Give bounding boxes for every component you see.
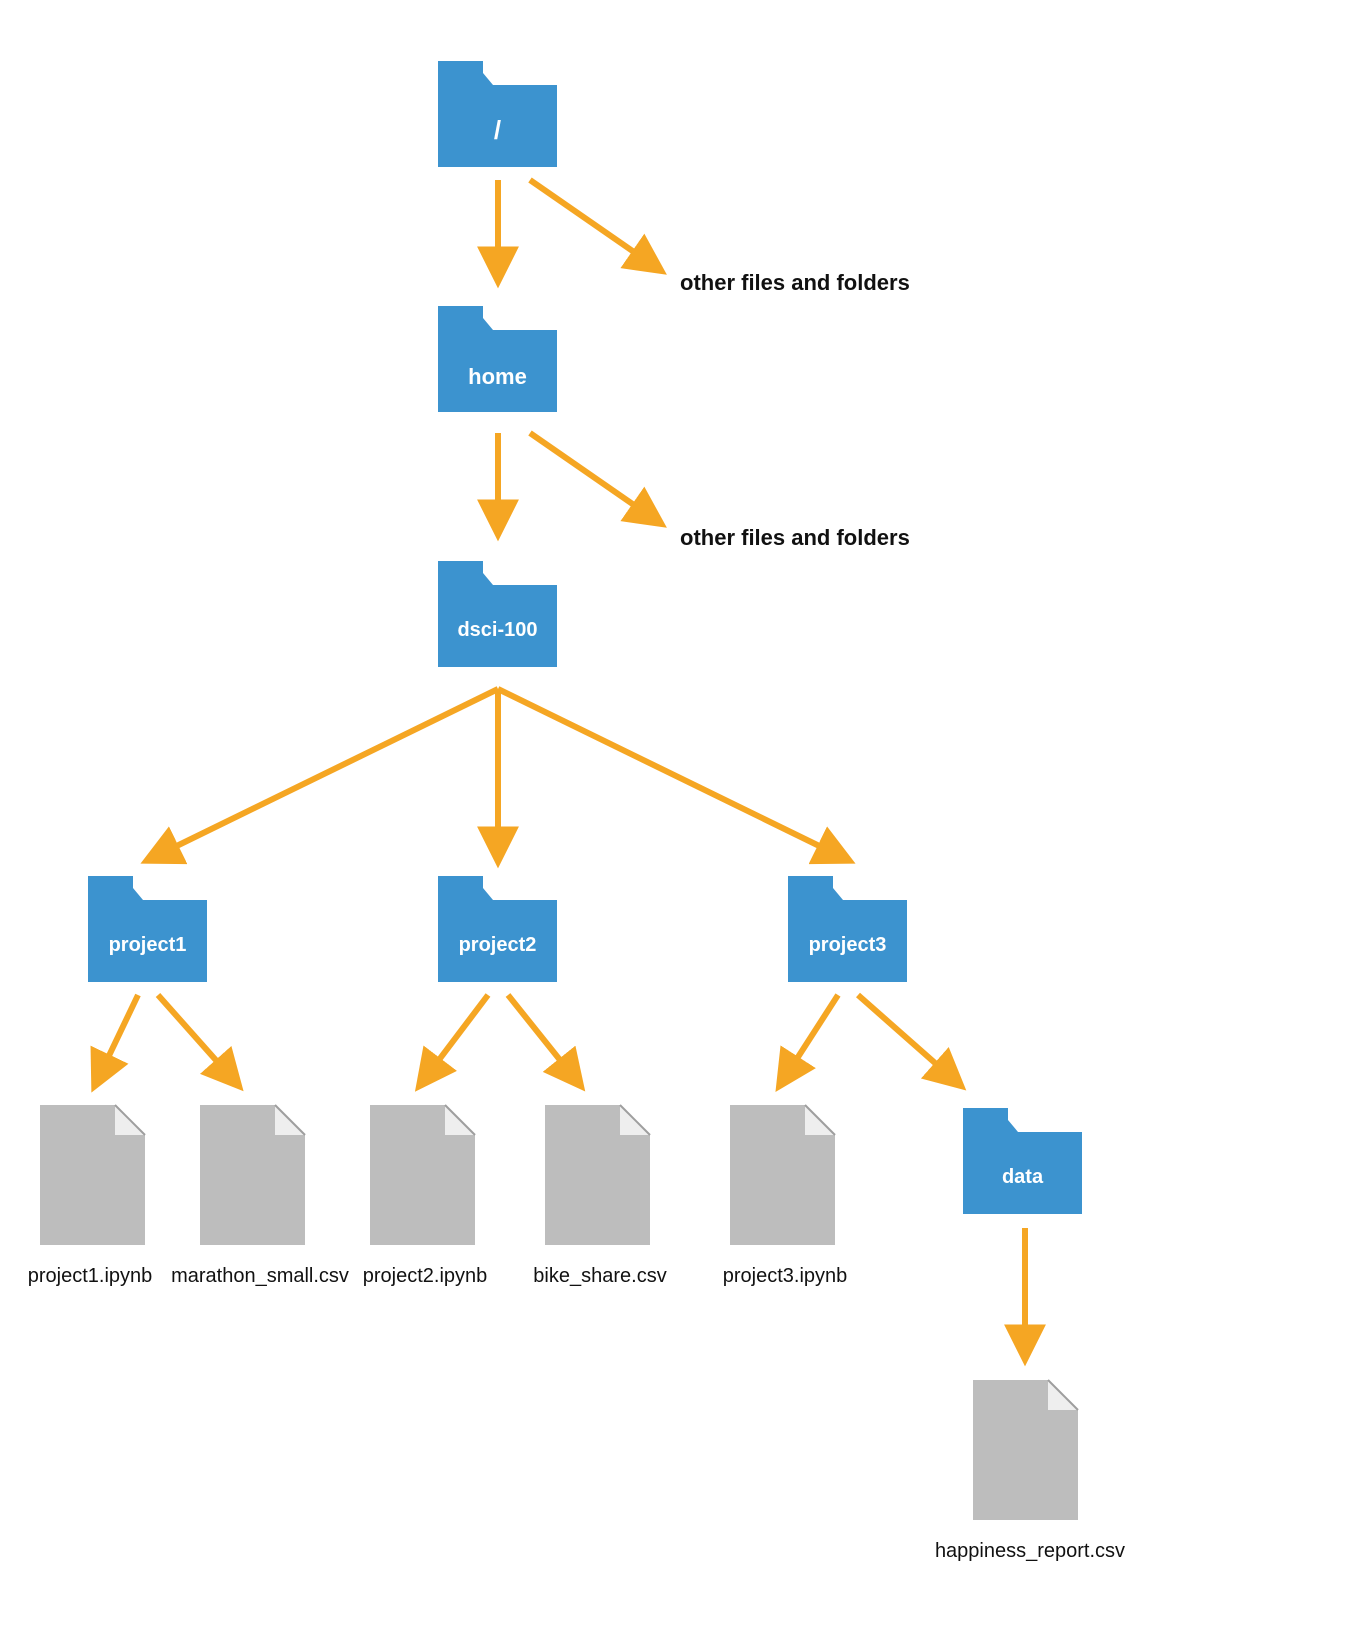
file-project3-ipynb-label: project3.ipynb [685,1265,885,1288]
folder-icon [780,870,915,990]
folder-root: / [430,55,565,180]
file-marathon-csv [195,1100,310,1255]
folder-icon [430,55,565,175]
folder-icon [430,300,565,420]
file-happiness-csv [968,1375,1083,1530]
file-project1-ipynb [35,1100,150,1255]
folder-project1: project1 [80,870,215,995]
file-bikeshare-csv-label: bike_share.csv [500,1265,700,1288]
other-files-label-1: other files and folders [680,270,910,296]
folder-project3: project3 [780,870,915,995]
file-project2-ipynb [365,1100,480,1255]
folder-icon [430,555,565,675]
folder-icon [430,870,565,990]
folder-project2: project2 [430,870,565,995]
filesystem-tree-diagram: / home dsci-100 project1 project2 [0,0,1369,1625]
file-happiness-csv-label: happiness_report.csv [910,1540,1150,1563]
folder-icon [80,870,215,990]
file-icon [540,1100,655,1250]
file-icon [725,1100,840,1250]
folder-dsci100: dsci-100 [430,555,565,680]
other-files-label-2: other files and folders [680,525,910,551]
file-icon [365,1100,480,1250]
file-project3-ipynb [725,1100,840,1255]
folder-icon [955,1102,1090,1222]
folder-data: data [955,1102,1090,1227]
file-project2-ipynb-label: project2.ipynb [325,1265,525,1288]
file-icon [968,1375,1083,1525]
file-icon [35,1100,150,1250]
file-bikeshare-csv [540,1100,655,1255]
file-icon [195,1100,310,1250]
folder-home: home [430,300,565,425]
arrows-layer [0,0,1369,1625]
